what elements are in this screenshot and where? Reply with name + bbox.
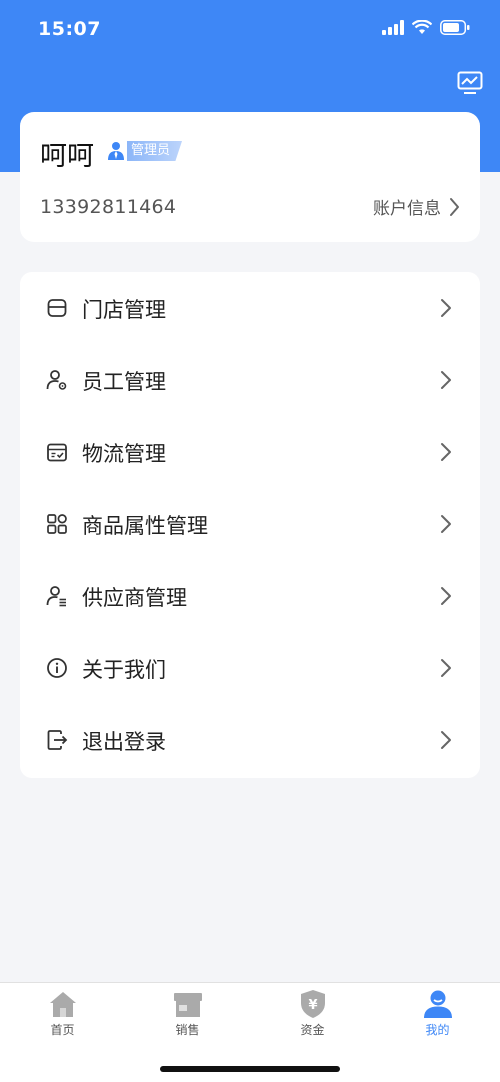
account-info-link[interactable]: 账户信息 — [373, 194, 460, 219]
chevron-right-icon — [450, 197, 459, 216]
monitor-chart-icon — [457, 71, 483, 94]
signal-icon — [382, 20, 404, 35]
yuan-shield-icon: ¥ — [301, 990, 325, 1018]
home-indicator — [160, 1066, 340, 1072]
menu-item-label: 关于我们 — [82, 658, 166, 682]
tab-sales[interactable]: 销售 — [125, 983, 250, 1047]
menu-item-product-attributes[interactable]: 商品属性管理 — [20, 488, 480, 560]
chevron-right-icon — [441, 371, 451, 389]
menu-item-label: 商品属性管理 — [82, 514, 208, 538]
battery-icon — [440, 20, 470, 35]
role-label: 管理员 — [127, 141, 183, 161]
tab-mine[interactable]: 我的 — [375, 983, 500, 1047]
status-bar: 15:07 — [0, 0, 500, 60]
role-badge: 管理员 — [106, 140, 183, 162]
profile-card: 呵呵 管理员 13392811464 账户信息 — [20, 112, 480, 242]
chevron-right-icon — [441, 443, 451, 461]
staff-settings-icon — [46, 370, 67, 390]
tab-label: 首页 — [50, 1023, 75, 1037]
store-icon — [47, 299, 67, 317]
monitor-button[interactable] — [456, 70, 484, 96]
menu-item-logout[interactable]: 退出登录 — [20, 704, 480, 776]
menu-item-supplier-management[interactable]: 供应商管理 — [20, 560, 480, 632]
sales-store-icon — [174, 993, 202, 1017]
tab-funds[interactable]: ¥ 资金 — [250, 983, 375, 1047]
menu-item-staff-management[interactable]: 员工管理 — [20, 344, 480, 416]
tab-label: 销售 — [175, 1023, 200, 1037]
menu-item-about-us[interactable]: 关于我们 — [20, 632, 480, 704]
profile-icon — [424, 990, 452, 1018]
grid-apps-icon — [47, 514, 67, 534]
tab-home[interactable]: 首页 — [0, 983, 125, 1047]
supplier-user-icon — [46, 586, 66, 607]
phone-number: 13392811464 — [40, 196, 177, 218]
status-icons — [382, 20, 470, 35]
menu-item-label: 物流管理 — [82, 442, 166, 466]
status-time: 15:07 — [38, 18, 101, 40]
menu-item-store-management[interactable]: 门店管理 — [20, 272, 480, 344]
logistics-box-icon — [47, 443, 67, 462]
chevron-right-icon — [441, 587, 451, 605]
menu-item-logistics-management[interactable]: 物流管理 — [20, 416, 480, 488]
chevron-right-icon — [441, 731, 451, 749]
wifi-icon — [412, 20, 432, 34]
tab-label: 资金 — [300, 1023, 325, 1037]
tab-label: 我的 — [425, 1023, 450, 1037]
menu-item-label: 门店管理 — [82, 298, 166, 322]
menu-item-label: 供应商管理 — [82, 586, 187, 610]
admin-user-icon — [108, 142, 124, 160]
chevron-right-icon — [441, 659, 451, 677]
user-name: 呵呵 — [40, 141, 94, 172]
svg-text:¥: ¥ — [308, 998, 317, 1013]
chevron-right-icon — [441, 299, 451, 317]
menu-card: 门店管理 员工管理 物流管理 商品属性管理 供应商管理 关于我们 退出登录 — [20, 272, 480, 778]
menu-item-label: 退出登录 — [82, 730, 166, 754]
info-icon — [47, 658, 67, 678]
chevron-right-icon — [441, 515, 451, 533]
logout-icon — [47, 730, 68, 750]
account-info-label: 账户信息 — [373, 199, 441, 219]
home-icon — [50, 992, 76, 1017]
menu-item-label: 员工管理 — [82, 370, 166, 394]
